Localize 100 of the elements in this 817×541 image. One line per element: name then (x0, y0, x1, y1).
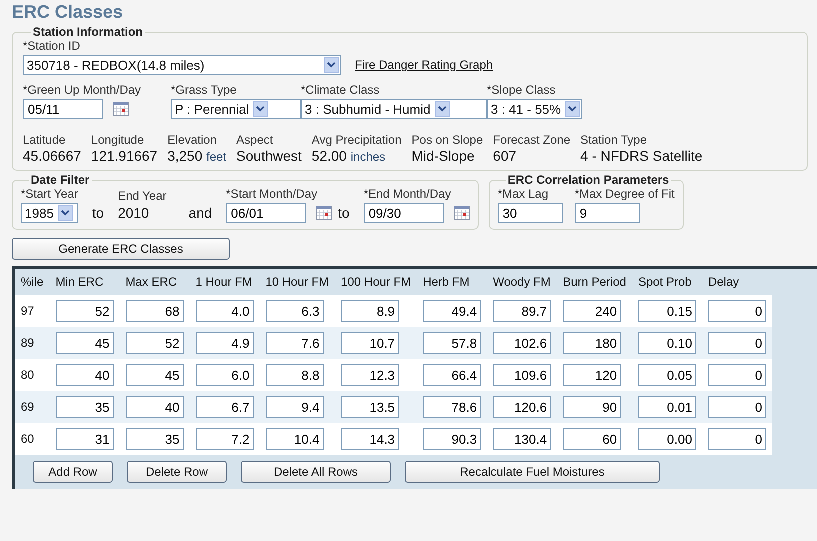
dropdown-caret-icon[interactable] (253, 101, 268, 117)
table-input[interactable]: 0 (708, 300, 766, 322)
table-input[interactable]: 180 (563, 332, 622, 354)
table-input[interactable]: 9.4 (266, 396, 324, 418)
table-input[interactable]: 0.15 (638, 300, 696, 322)
table-input[interactable]: 6.7 (196, 396, 254, 418)
page-title: ERC Classes (12, 2, 124, 23)
table-input[interactable]: 8.8 (266, 364, 324, 386)
table-input[interactable]: 31 (56, 428, 114, 450)
table-input[interactable]: 40 (56, 364, 114, 386)
table-input[interactable]: 6.3 (266, 300, 324, 322)
table-button[interactable]: Delete All Rows (241, 461, 391, 483)
dropdown[interactable]: 3 : Subhumid - Humid (301, 99, 487, 119)
column-header: Spot Prob (632, 269, 702, 295)
detail-value: 607 (493, 148, 518, 164)
range-text: to (92, 205, 104, 223)
table-input[interactable]: 0 (708, 396, 766, 418)
calendar-icon[interactable] (316, 206, 332, 220)
detail-value: 3,250 feet (168, 148, 227, 164)
table-input[interactable]: 52 (56, 300, 114, 322)
percentile-cell: 60 (21, 432, 34, 446)
table-input[interactable]: 0 (708, 364, 766, 386)
column-header: 1 Hour FM (190, 269, 260, 295)
table-input[interactable]: 0.05 (638, 364, 696, 386)
table-input[interactable]: 90.3 (423, 428, 482, 450)
detail-label: Station Type (580, 133, 648, 147)
date-field[interactable]: 09/30 (364, 203, 444, 223)
table-input[interactable]: 7.6 (266, 332, 324, 354)
table-input[interactable]: 14.3 (341, 428, 400, 450)
table-input[interactable]: 10.4 (266, 428, 324, 450)
detail-label: Latitude (23, 133, 67, 147)
column-header: Herb FM (417, 269, 488, 295)
table-input[interactable]: 0.01 (638, 396, 696, 418)
date-field[interactable]: 05/11 (23, 99, 103, 119)
table-input[interactable]: 4.9 (196, 332, 254, 354)
table-input[interactable]: 68 (126, 300, 184, 322)
table-input[interactable]: 240 (563, 300, 622, 322)
table-input[interactable]: 0 (708, 332, 766, 354)
table-input[interactable]: 0 (708, 428, 766, 450)
table-input[interactable]: 40 (126, 396, 184, 418)
table-input[interactable]: 90 (563, 396, 622, 418)
table-input[interactable]: 7.2 (196, 428, 254, 450)
table-input[interactable]: 13.5 (341, 396, 400, 418)
dropdown-caret-icon[interactable] (58, 205, 73, 221)
detail-value: 4 - NFDRS Satellite (580, 148, 703, 164)
panel-legend: Station Information (31, 25, 145, 39)
field-label: *End Month/Day (364, 187, 452, 201)
column-header: Woody FM (487, 269, 558, 295)
table-button[interactable]: Recalculate Fuel Moistures (405, 461, 660, 483)
table-input[interactable]: 78.6 (423, 396, 482, 418)
table-input[interactable]: 52 (126, 332, 184, 354)
table-input[interactable]: 0.00 (638, 428, 696, 450)
dropdown[interactable]: 3 : 41 - 55% (487, 99, 582, 119)
table-button[interactable]: Add Row (33, 461, 113, 483)
date-field[interactable]: 06/01 (226, 203, 306, 223)
table-input[interactable]: 35 (56, 396, 114, 418)
table-input[interactable]: 66.4 (423, 364, 482, 386)
dropdown-caret-icon[interactable] (324, 57, 339, 73)
field-label: *Climate Class (301, 83, 381, 97)
table-input[interactable]: 120.6 (493, 396, 552, 418)
detail-value: Southwest (236, 148, 302, 164)
column-header: 100 Hour FM (335, 269, 418, 295)
table-input[interactable]: 57.8 (423, 332, 482, 354)
table-input[interactable]: 4.0 (196, 300, 254, 322)
number-field[interactable]: 9 (574, 203, 640, 223)
year-dropdown[interactable]: 1985 (21, 203, 78, 223)
table-input[interactable]: 102.6 (493, 332, 552, 354)
generate-button[interactable]: Generate ERC Classes (12, 238, 230, 260)
field-label: *Max Lag (498, 187, 550, 201)
graph-link[interactable]: Fire Danger Rating Graph (355, 58, 494, 72)
dropdown[interactable]: P : Perennial (171, 99, 301, 119)
range-text: to (338, 205, 350, 223)
percentile-cell: 69 (21, 400, 34, 414)
table-button[interactable]: Delete Row (127, 461, 227, 483)
table-input[interactable]: 12.3 (341, 364, 400, 386)
table-input[interactable]: 120 (563, 364, 622, 386)
number-field[interactable]: 30 (498, 203, 563, 223)
detail-value: 52.00 inches (312, 148, 387, 164)
column-header: %ile (15, 269, 50, 295)
field-label: *Grass Type (171, 83, 238, 97)
table-input[interactable]: 60 (563, 428, 622, 450)
field-label: *Green Up Month/Day (23, 83, 142, 97)
end-year-value: 2010 (118, 205, 150, 223)
table-input[interactable]: 45 (126, 364, 184, 386)
station-dropdown[interactable]: 350718 - REDBOX(14.8 miles) (23, 55, 341, 75)
table-input[interactable]: 130.4 (493, 428, 552, 450)
table-input[interactable]: 49.4 (423, 300, 482, 322)
dropdown-caret-icon[interactable] (434, 101, 450, 117)
table-input[interactable]: 45 (56, 332, 114, 354)
table-input[interactable]: 8.9 (341, 300, 400, 322)
table-input[interactable]: 109.6 (493, 364, 552, 386)
table-input[interactable]: 0.10 (638, 332, 696, 354)
calendar-icon[interactable] (113, 102, 129, 116)
table-input[interactable]: 10.7 (341, 332, 400, 354)
table-input[interactable]: 35 (126, 428, 184, 450)
table-input[interactable]: 6.0 (196, 364, 254, 386)
dropdown-caret-icon[interactable] (565, 101, 580, 117)
detail-label: Aspect (236, 133, 274, 147)
calendar-icon[interactable] (454, 206, 470, 220)
table-input[interactable]: 89.7 (493, 300, 552, 322)
